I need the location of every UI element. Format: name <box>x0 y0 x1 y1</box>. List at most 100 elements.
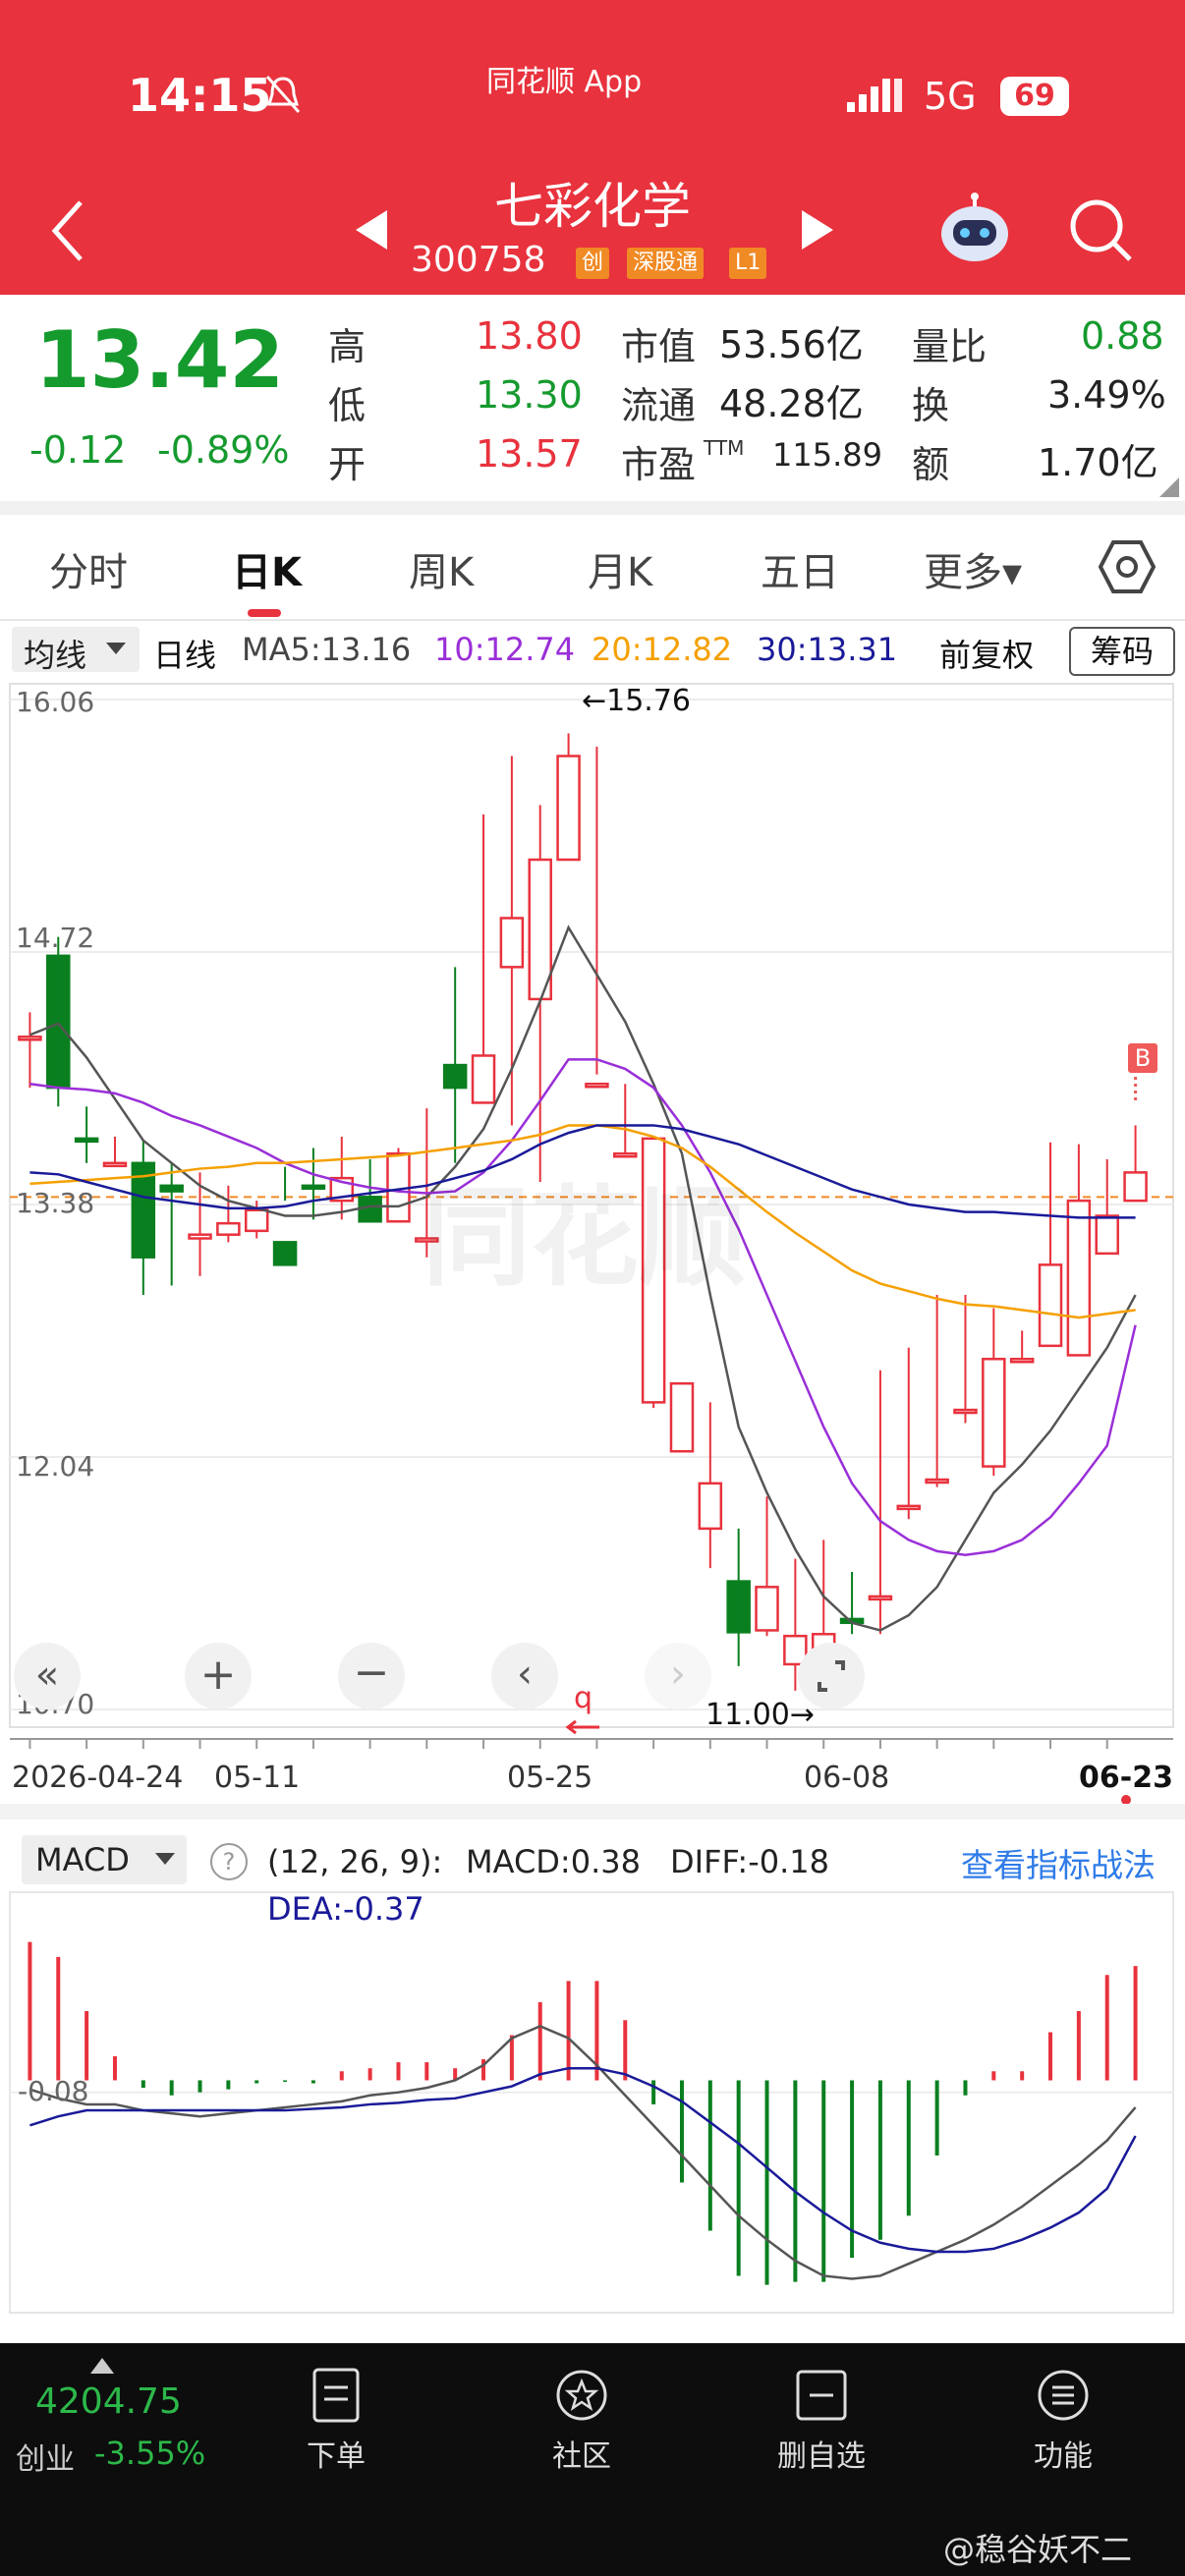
candle-body <box>18 1036 42 1041</box>
candle-body <box>1038 1263 1063 1348</box>
macd-y-label: -0.08 <box>18 2075 89 2107</box>
community-icon <box>556 2370 607 2421</box>
candle-body <box>301 1184 326 1191</box>
candle-body <box>669 1381 695 1453</box>
diff-line <box>29 2024 1137 2280</box>
open-label: 开 <box>328 443 367 486</box>
tab-daily-k[interactable]: 日K <box>232 540 302 597</box>
expand-corner-icon[interactable] <box>1159 477 1179 497</box>
indicator-strategy-link[interactable]: 查看指标战法 <box>961 1839 1156 1886</box>
section-divider <box>0 501 1185 515</box>
x-label-4: 06-08 <box>804 1761 890 1795</box>
ma5-value: MA5:13.16 <box>242 631 412 668</box>
settings-hexagon-icon[interactable] <box>1099 538 1156 595</box>
indicator-type-label: 均线 <box>24 637 87 674</box>
stock-code: 300758 <box>411 240 546 280</box>
active-tab-indicator <box>248 609 281 617</box>
nav-community[interactable]: 社区 <box>513 2432 650 2475</box>
status-app-name: 同花顺 App <box>486 65 643 99</box>
help-icon[interactable]: ? <box>210 1843 248 1880</box>
candle-body <box>1066 1199 1092 1357</box>
diff-value: DIFF:-0.18 <box>670 1843 829 1880</box>
last-price: 13.42 <box>35 314 285 406</box>
candle-body <box>585 1083 609 1089</box>
float-label: 流通 <box>621 384 697 427</box>
x-label-5: 06-23 <box>1079 1761 1173 1795</box>
tab-intraday[interactable]: 分时 <box>49 540 128 597</box>
candle-body <box>698 1482 723 1531</box>
tab-more[interactable]: 更多▾ <box>924 540 1022 597</box>
scroll-left-button[interactable]: ‹ <box>491 1643 558 1709</box>
fullscreen-icon <box>818 1660 845 1692</box>
tag-chinext: 创 <box>576 248 610 279</box>
amount-value: 1.70亿 <box>1038 441 1158 484</box>
macd-selector[interactable]: MACD <box>22 1835 187 1884</box>
price-change: -0.12 <box>29 428 127 472</box>
adjust-mode-button[interactable]: 前复权 <box>939 631 1034 676</box>
y-label-top: 16.06 <box>16 686 95 718</box>
stock-chart[interactable] <box>0 678 1185 2343</box>
pe-ttm-sup: TTM <box>704 436 745 460</box>
robot-assistant-icon[interactable] <box>935 193 1014 265</box>
scroll-right-button[interactable]: › <box>645 1643 711 1709</box>
candle-body <box>471 1054 496 1104</box>
candle-body <box>953 1408 978 1415</box>
macd-params: (12, 26, 9): <box>267 1843 443 1880</box>
dropdown-arrow-icon <box>106 643 126 654</box>
nav-functions[interactable]: 功能 <box>994 2432 1132 2475</box>
high-value: 13.80 <box>476 314 583 358</box>
indicator-type-selector[interactable]: 均线 <box>12 627 140 674</box>
candle-body <box>556 755 581 862</box>
x-label-3: 05-25 <box>507 1761 593 1795</box>
mcap-label: 市值 <box>621 325 697 368</box>
y-label-2: 14.72 <box>16 922 95 954</box>
nav-remove-watchlist[interactable]: 删自选 <box>753 2432 890 2475</box>
low-label: 低 <box>328 384 367 427</box>
svg-text:q: q <box>574 1682 592 1715</box>
zoom-in-button[interactable]: + <box>185 1643 252 1709</box>
buy-signal-marker[interactable]: B <box>1128 1043 1157 1073</box>
signal-icon <box>847 79 902 112</box>
nav-order[interactable]: 下单 <box>267 2432 405 2475</box>
q-marker-icon[interactable]: q <box>564 1682 603 1737</box>
float-value: 48.28亿 <box>719 382 864 425</box>
zoom-out-button[interactable]: − <box>338 1643 405 1709</box>
weibo-credit: @稳谷妖不二 <box>943 2531 1133 2568</box>
dropdown-arrow-icon <box>155 1853 175 1865</box>
y-label-4: 12.04 <box>16 1450 95 1483</box>
battery-badge: 69 <box>1000 77 1069 116</box>
candle-body <box>726 1580 751 1634</box>
candle-body <box>1095 1214 1119 1256</box>
candle-body <box>102 1161 128 1168</box>
open-value: 13.57 <box>476 432 583 476</box>
ma10-value: 10:12.74 <box>434 631 576 668</box>
tab-monthly-k[interactable]: 月K <box>588 540 652 597</box>
high-label: 高 <box>328 325 367 368</box>
status-time: 14:15 <box>128 69 272 122</box>
index-name: 创业 <box>16 2442 75 2477</box>
next-stock-icon[interactable] <box>798 208 837 252</box>
turnover-label: 换 <box>912 384 950 427</box>
tab-weekly-k[interactable]: 周K <box>409 540 474 597</box>
candle-body <box>272 1241 298 1266</box>
index-value[interactable]: 4204.75 <box>35 2381 182 2422</box>
ma20-value: 20:12.82 <box>592 631 733 668</box>
candle-body <box>46 954 71 1090</box>
x-label-1: 2026-04-24 <box>12 1761 184 1795</box>
candle-body <box>896 1504 922 1511</box>
fullscreen-button[interactable] <box>798 1643 865 1709</box>
amount-label: 额 <box>912 443 950 486</box>
period-label: 日线 <box>153 637 217 674</box>
dea-line <box>29 2066 1137 2254</box>
search-icon[interactable] <box>1067 196 1136 265</box>
watermark: 同花顺 <box>423 1175 747 1301</box>
macd-frame <box>9 1891 1174 2314</box>
tab-five-day[interactable]: 五日 <box>761 540 839 597</box>
order-icon <box>312 2368 360 2423</box>
scroll-fast-left-button[interactable]: « <box>14 1643 81 1709</box>
candle-body <box>755 1586 779 1632</box>
candle-body <box>1123 1171 1148 1203</box>
max-price-label: ←15.76 <box>582 684 692 718</box>
pe-value: 115.89 <box>772 436 882 474</box>
chips-button[interactable]: 筹码 <box>1069 627 1175 676</box>
